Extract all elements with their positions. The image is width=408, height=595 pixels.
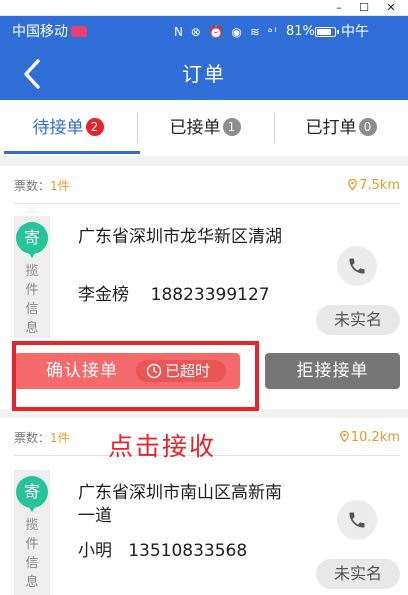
- contact-phone: 13510833568: [128, 541, 248, 561]
- page-title: 订单: [182, 62, 226, 86]
- phone-icon: [349, 258, 365, 274]
- contact-name: 小明: [78, 541, 112, 561]
- order-contact: 小明 13510833568: [78, 536, 247, 561]
- tab-accepted[interactable]: 已接单 1: [137, 100, 273, 156]
- tab-pending-count: 2: [85, 118, 104, 136]
- send-tag-tail: [27, 250, 37, 258]
- pickup-tag: 寄 揽 件 信 息: [14, 470, 50, 595]
- battery-fill: [317, 29, 331, 35]
- order-address: 广东省深圳市南山区高新南一道: [78, 483, 282, 526]
- tab-bar: 待接单 2 已接单 1 已打单 0: [0, 100, 408, 156]
- hd-icon: [71, 25, 87, 37]
- contact-phone: 18823399127: [150, 285, 270, 305]
- location-pin-icon: [348, 179, 357, 190]
- status-bar: 中国移动 N ⊗ ⏰ ◉ ≋ ᵃᴵ 81% 中午11:33: [0, 16, 408, 72]
- annotation-text: 点击接收: [108, 432, 217, 461]
- pickup-tag: 寄 揽 件 信 息: [14, 216, 50, 338]
- tab-printed-count: 0: [358, 118, 377, 136]
- highlight-box: [12, 341, 259, 411]
- pickup-char: 信: [25, 302, 39, 317]
- tab-accepted-count: 1: [222, 118, 241, 136]
- tab-accepted-label: 已接单: [169, 118, 221, 138]
- send-tag-tail: [27, 504, 37, 512]
- pickup-char: 信: [25, 556, 39, 571]
- pickup-char: 息: [25, 321, 39, 336]
- call-button[interactable]: [337, 500, 377, 540]
- distance: 10.2km: [340, 418, 400, 458]
- pickup-info-label: 揽 件 信 息: [14, 262, 50, 338]
- app-frame: – ☐ ✕ 中国移动 N ⊗ ⏰ ◉ ≋ ᵃᴵ 81% 中午11:33 订单 待…: [0, 0, 408, 595]
- tab-printed[interactable]: 已打单 0: [274, 100, 408, 156]
- battery-percent: 81%: [286, 24, 315, 39]
- pickup-info-label: 揽 件 信 息: [14, 516, 50, 592]
- tab-indicator: [4, 151, 140, 154]
- pickup-char: 息: [25, 575, 39, 590]
- maximize-icon[interactable]: ☐: [355, 0, 373, 15]
- title-bar: 订单: [0, 48, 408, 100]
- window-bar: – ☐ ✕: [0, 0, 408, 16]
- carrier: 中国移动: [12, 16, 87, 48]
- order-header: 票数：1件 7.5km: [14, 166, 400, 204]
- pickup-char: 件: [25, 537, 39, 552]
- order-address: 广东省深圳市龙华新区清湖: [78, 227, 282, 247]
- tab-pending-label: 待接单: [32, 118, 84, 138]
- location-pin-icon: [340, 431, 349, 442]
- minimize-icon[interactable]: –: [330, 0, 348, 15]
- contact-name: 李金榜: [78, 285, 129, 305]
- close-icon[interactable]: ✕: [382, 0, 400, 15]
- realname-badge: 未实名: [316, 559, 400, 589]
- status-icons: N ⊗ ⏰ ◉ ≋ ᵃᴵ: [174, 25, 279, 39]
- pickup-char: 揽: [25, 264, 39, 279]
- distance-value: 10.2km: [350, 430, 400, 445]
- ticket-count: 1件: [50, 431, 70, 445]
- realname-badge: 未实名: [316, 305, 400, 335]
- pickup-char: 揽: [25, 518, 39, 533]
- tab-pending[interactable]: 待接单 2: [0, 100, 136, 156]
- carrier-label: 中国移动: [12, 24, 68, 40]
- reject-order-button[interactable]: 拒接接单: [265, 353, 400, 389]
- pickup-char: 件: [25, 283, 39, 298]
- tab-printed-label: 已打单: [305, 118, 357, 138]
- battery-icon: [315, 27, 339, 37]
- order-contact: 李金榜 18823399127: [78, 280, 270, 305]
- distance-value: 7.5km: [359, 178, 400, 193]
- ticket-count: 1件: [50, 179, 70, 193]
- distance: 7.5km: [348, 166, 400, 206]
- call-button[interactable]: [337, 246, 377, 286]
- ticket-label: 票数：: [14, 179, 51, 193]
- ticket-label: 票数：: [14, 431, 51, 445]
- phone-icon: [349, 512, 365, 528]
